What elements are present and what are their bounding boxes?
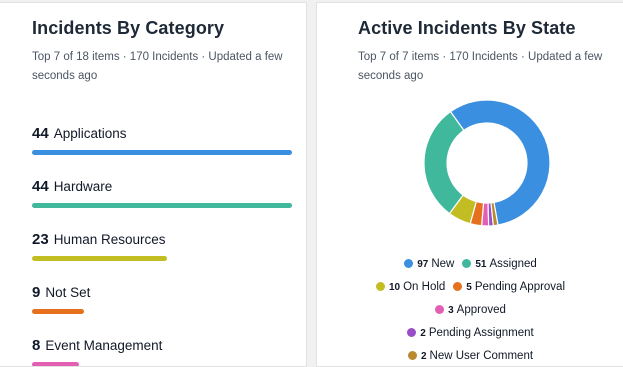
legend-dot [435,305,445,314]
card-title: Incidents By Category [32,18,225,38]
legend-count: 2 [420,328,426,339]
category-count: 23 [32,231,49,248]
legend-count: 97 [417,259,429,270]
category-line: 44 Applications [32,125,126,145]
legend-row: 3 Approved [317,304,623,316]
legend-row: 2 New User Comment [317,350,623,362]
card-subtitle: Top 7 of 18 items · 170 Incidents · Upda… [32,51,283,82]
category-label: Human Resources [53,232,166,247]
donut-chart [423,99,551,227]
legend-count: 2 [420,351,427,362]
active-incidents-by-state-card: Active Incidents By State Top 7 of 7 ite… [316,2,623,367]
category-label: Applications [53,126,127,141]
legend-label: Assigned [489,258,537,270]
legend-row: 97 New 51 Assigned [317,258,623,270]
category-count: 9 [32,284,41,301]
legend-dot [462,259,472,268]
legend-count: 10 [388,282,401,293]
card-title: Active Incidents By State [358,18,576,38]
legend-item[interactable]: 2 Pending Assignment [407,327,534,339]
category-count: 44 [32,125,49,142]
donut-slice-assigned[interactable] [423,110,465,215]
category-item[interactable]: 23 Human Resources [32,231,302,271]
category-line: 44 Hardware [32,178,112,198]
category-item[interactable]: 44 Hardware [32,178,302,218]
category-item[interactable]: 9 Not Set [32,284,302,324]
legend-item[interactable]: 97 New [404,258,454,270]
card-subtitle: Top 7 of 7 items · 170 Incidents · Updat… [358,51,603,82]
category-label: Event Management [45,338,163,353]
legend-label: Approved [456,304,506,316]
legend-dot [375,282,385,291]
legend-dot [404,259,414,268]
legend-count: 51 [475,259,487,270]
legend-dot [453,282,463,291]
legend-count: 3 [448,305,454,316]
category-bar[interactable] [32,150,292,155]
legend-label: Pending Approval [474,281,566,293]
legend-label: New [431,258,455,270]
category-bar[interactable] [32,362,79,366]
incidents-by-category-card: Incidents By Category Top 7 of 18 items … [0,2,307,367]
category-bar[interactable] [32,309,84,314]
category-bar[interactable] [32,256,167,261]
category-label: Hardware [53,179,113,194]
legend-count: 5 [466,282,472,293]
legend-item[interactable]: 10 On Hold [375,281,446,293]
category-line: 23 Human Resources [32,231,165,251]
category-label: Not Set [45,285,91,300]
legend-dot [407,351,417,360]
legend-dot [407,328,417,337]
legend-row: 2 Pending Assignment [317,327,623,339]
category-count: 8 [32,337,41,354]
legend-item[interactable]: 3 Approved [435,304,506,316]
category-count: 44 [32,178,49,195]
category-line: 8 Event Management [32,337,162,357]
category-bar[interactable] [32,203,292,208]
legend-row: 10 On Hold 5 Pending Approval [317,281,623,293]
category-line: 9 Not Set [32,284,90,304]
legend-item[interactable]: 51 Assigned [462,258,537,270]
legend-item[interactable]: 5 Pending Approval [453,281,565,293]
category-item[interactable]: 8 Event Management [32,337,302,366]
legend-item[interactable]: 2 New User Comment [407,350,534,362]
category-item[interactable]: 44 Applications [32,125,302,165]
legend-label: New User Comment [429,350,534,362]
legend-label: Pending Assignment [428,327,534,339]
legend-label: On Hold [403,281,446,293]
